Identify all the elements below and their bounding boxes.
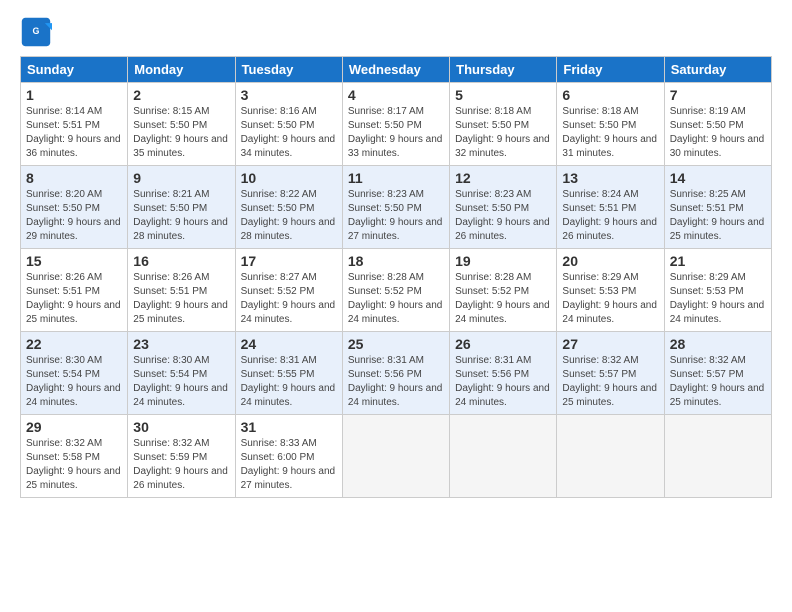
calendar-day-16: 16Sunrise: 8:26 AMSunset: 5:51 PMDayligh… [128,249,235,332]
calendar-day-12: 12Sunrise: 8:23 AMSunset: 5:50 PMDayligh… [450,166,557,249]
weekday-header-thursday: Thursday [450,57,557,83]
calendar-day-14: 14Sunrise: 8:25 AMSunset: 5:51 PMDayligh… [664,166,771,249]
calendar-day-28: 28Sunrise: 8:32 AMSunset: 5:57 PMDayligh… [664,332,771,415]
calendar-day-4: 4Sunrise: 8:17 AMSunset: 5:50 PMDaylight… [342,83,449,166]
svg-text:G: G [33,26,40,36]
calendar-day-18: 18Sunrise: 8:28 AMSunset: 5:52 PMDayligh… [342,249,449,332]
calendar-day-19: 19Sunrise: 8:28 AMSunset: 5:52 PMDayligh… [450,249,557,332]
weekday-header-tuesday: Tuesday [235,57,342,83]
calendar-day-8: 8Sunrise: 8:20 AMSunset: 5:50 PMDaylight… [21,166,128,249]
weekday-header-sunday: Sunday [21,57,128,83]
calendar-day-5: 5Sunrise: 8:18 AMSunset: 5:50 PMDaylight… [450,83,557,166]
empty-cell [342,415,449,498]
calendar-day-9: 9Sunrise: 8:21 AMSunset: 5:50 PMDaylight… [128,166,235,249]
calendar-day-2: 2Sunrise: 8:15 AMSunset: 5:50 PMDaylight… [128,83,235,166]
empty-cell [557,415,664,498]
calendar-day-20: 20Sunrise: 8:29 AMSunset: 5:53 PMDayligh… [557,249,664,332]
calendar-day-24: 24Sunrise: 8:31 AMSunset: 5:55 PMDayligh… [235,332,342,415]
calendar-day-13: 13Sunrise: 8:24 AMSunset: 5:51 PMDayligh… [557,166,664,249]
calendar-day-31: 31Sunrise: 8:33 AMSunset: 6:00 PMDayligh… [235,415,342,498]
logo: G [20,16,56,48]
calendar-day-11: 11Sunrise: 8:23 AMSunset: 5:50 PMDayligh… [342,166,449,249]
calendar-table: SundayMondayTuesdayWednesdayThursdayFrid… [20,56,772,498]
calendar-day-29: 29Sunrise: 8:32 AMSunset: 5:58 PMDayligh… [21,415,128,498]
calendar-day-30: 30Sunrise: 8:32 AMSunset: 5:59 PMDayligh… [128,415,235,498]
calendar-day-6: 6Sunrise: 8:18 AMSunset: 5:50 PMDaylight… [557,83,664,166]
calendar-day-22: 22Sunrise: 8:30 AMSunset: 5:54 PMDayligh… [21,332,128,415]
weekday-header-friday: Friday [557,57,664,83]
calendar-day-25: 25Sunrise: 8:31 AMSunset: 5:56 PMDayligh… [342,332,449,415]
calendar-day-15: 15Sunrise: 8:26 AMSunset: 5:51 PMDayligh… [21,249,128,332]
calendar-day-27: 27Sunrise: 8:32 AMSunset: 5:57 PMDayligh… [557,332,664,415]
calendar-day-21: 21Sunrise: 8:29 AMSunset: 5:53 PMDayligh… [664,249,771,332]
calendar-day-10: 10Sunrise: 8:22 AMSunset: 5:50 PMDayligh… [235,166,342,249]
empty-cell [664,415,771,498]
calendar-day-7: 7Sunrise: 8:19 AMSunset: 5:50 PMDaylight… [664,83,771,166]
weekday-header-wednesday: Wednesday [342,57,449,83]
weekday-header-saturday: Saturday [664,57,771,83]
empty-cell [450,415,557,498]
weekday-header-monday: Monday [128,57,235,83]
calendar-day-17: 17Sunrise: 8:27 AMSunset: 5:52 PMDayligh… [235,249,342,332]
calendar-day-1: 1Sunrise: 8:14 AMSunset: 5:51 PMDaylight… [21,83,128,166]
logo-icon: G [20,16,52,48]
calendar-day-26: 26Sunrise: 8:31 AMSunset: 5:56 PMDayligh… [450,332,557,415]
calendar-day-3: 3Sunrise: 8:16 AMSunset: 5:50 PMDaylight… [235,83,342,166]
calendar-day-23: 23Sunrise: 8:30 AMSunset: 5:54 PMDayligh… [128,332,235,415]
page-header: G [20,16,772,48]
